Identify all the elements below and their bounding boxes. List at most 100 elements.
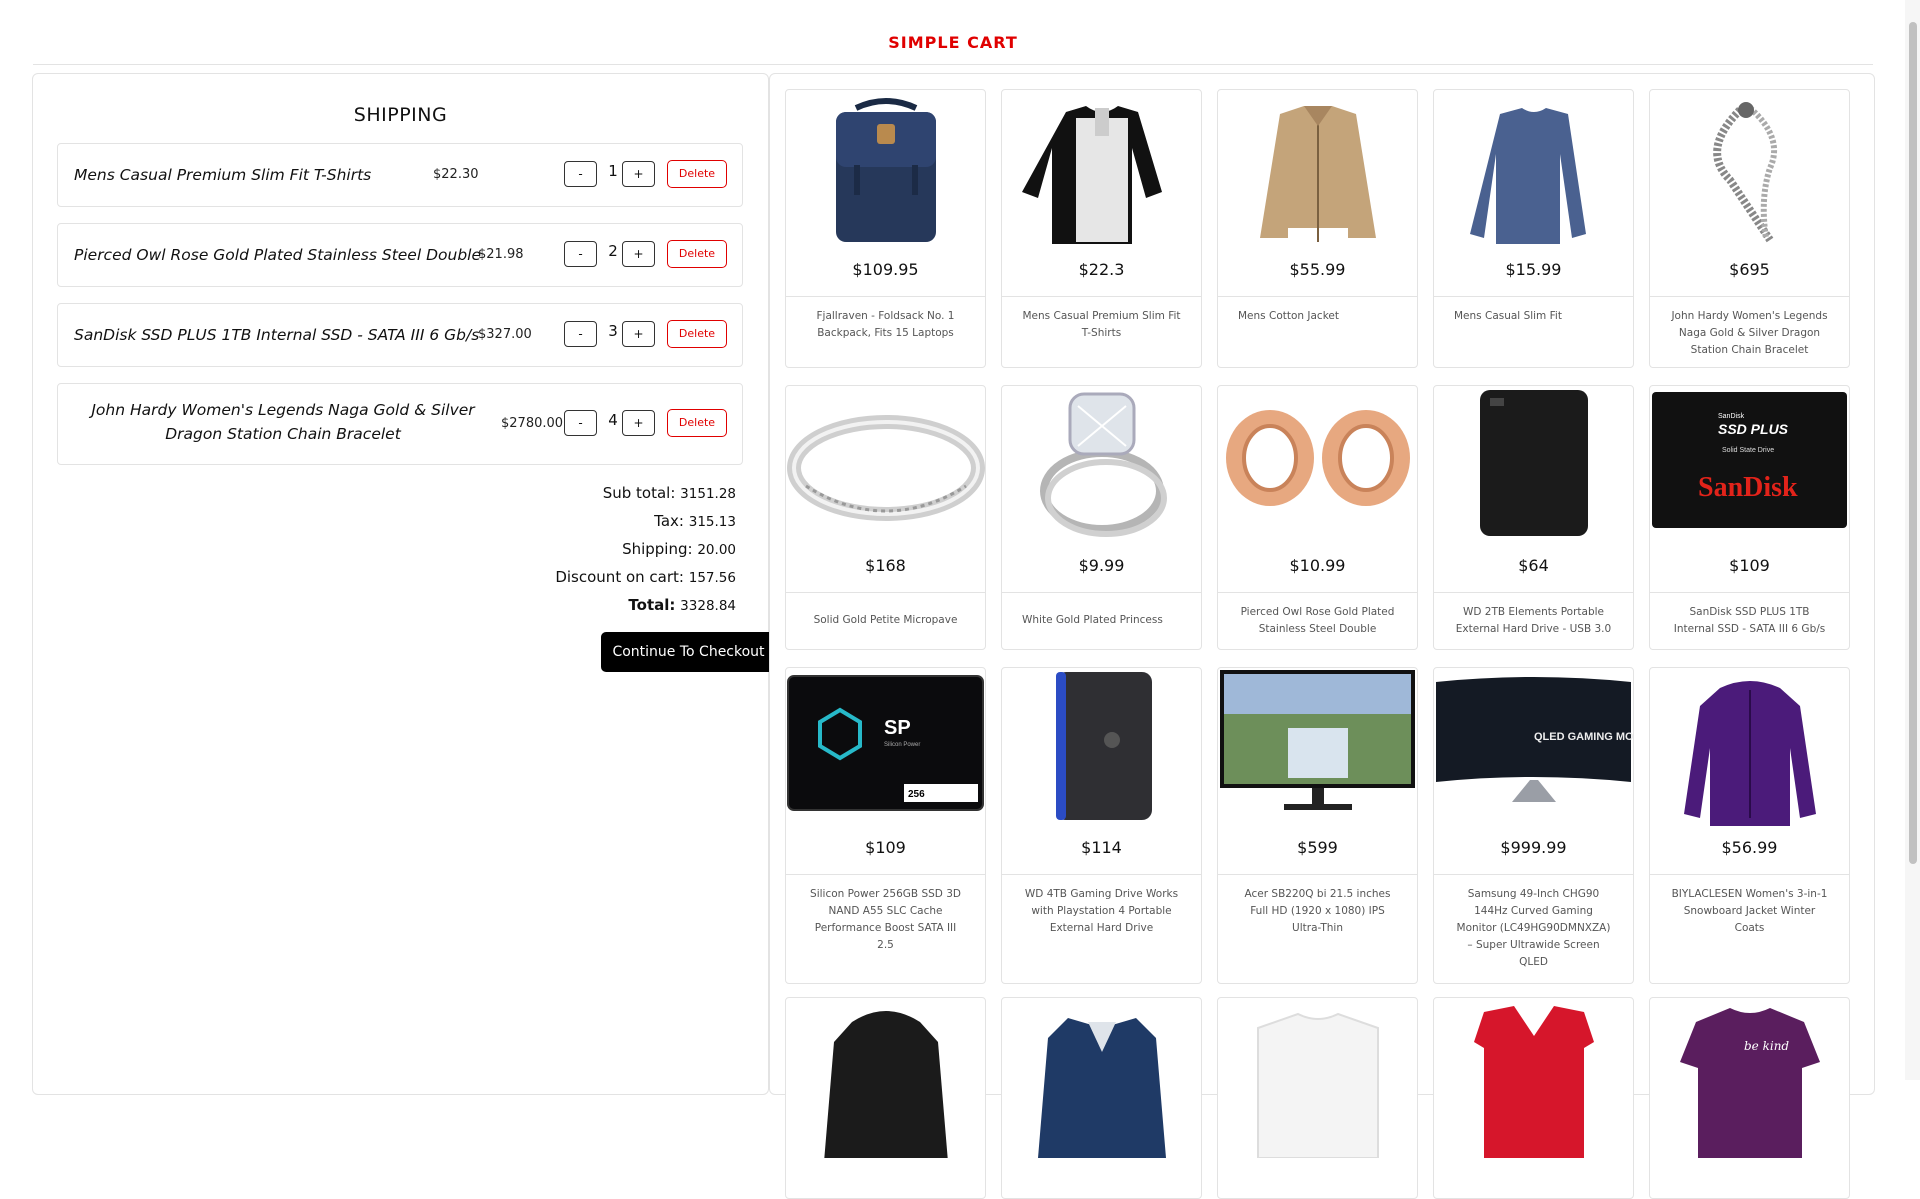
increase-qty-button[interactable]: +	[622, 241, 655, 267]
product-card[interactable]: $114 WD 4TB Gaming Drive Works with Play…	[1001, 667, 1202, 984]
product-price: $999.99	[1500, 838, 1567, 857]
cart-item: Mens Casual Premium Slim Fit T-Shirts $2…	[57, 143, 743, 207]
cart-title: SHIPPING	[353, 104, 448, 126]
ssd-plus-text: SSD PLUS	[1718, 421, 1789, 437]
product-title: Mens Casual Premium Slim Fit T-Shirts	[1022, 310, 1181, 339]
cart-item: John Hardy Women's Legends Naga Gold & S…	[57, 383, 743, 465]
diamond-ring-image	[1040, 392, 1167, 537]
increase-qty-button[interactable]: +	[622, 321, 655, 347]
scrollbar-thumb[interactable]	[1909, 22, 1917, 864]
product-price: $168	[865, 556, 906, 575]
product-card[interactable]: $55.99 Mens Cotton Jacket	[1217, 89, 1418, 368]
gaming-drive-image	[1056, 672, 1152, 820]
monitor-image	[1220, 670, 1415, 810]
tshirt-image	[1022, 106, 1162, 244]
product-title: Mens Cotton Jacket	[1238, 310, 1339, 322]
product-price: $109	[865, 838, 906, 857]
product-card[interactable]: $599 Acer SB220Q bi 21.5 inches Full HD …	[1217, 667, 1418, 984]
ring-image	[787, 415, 985, 521]
sandisk-small-text: SanDisk	[1718, 413, 1745, 420]
delete-item-button[interactable]: Delete	[667, 320, 727, 348]
card-divider	[1002, 592, 1201, 593]
product-card[interactable]	[1001, 997, 1202, 1199]
product-card[interactable]: $168 Solid Gold Petite Micropave	[785, 385, 986, 650]
sp-logo-text: SP	[884, 717, 911, 739]
cart-panel: SHIPPING Mens Casual Premium Slim Fit T-…	[32, 73, 776, 1095]
cart-item: Pierced Owl Rose Gold Plated Stainless S…	[57, 223, 743, 287]
qled-monitor-text: QLED GAMING MONITOR	[1534, 731, 1633, 743]
cart-item-price: $21.98	[478, 247, 524, 262]
cart-item: SanDisk SSD PLUS 1TB Internal SSD - SATA…	[57, 303, 743, 367]
sp-ssd-image: SP Silicon Power 256	[787, 675, 984, 811]
brand-title: SIMPLE CART	[888, 33, 1018, 52]
product-price: $15.99	[1505, 260, 1562, 279]
backpack-image	[836, 98, 936, 242]
tax-value: 315.13	[688, 514, 736, 530]
product-title: BIYLACLESEN Women's 3-in-1 Snowboard Jac…	[1671, 888, 1828, 934]
card-divider	[786, 296, 985, 297]
cart-summary: Sub total: 3151.28 Tax: 315.13 Shipping:…	[555, 479, 736, 619]
product-price: $109	[1729, 556, 1770, 575]
product-card[interactable]	[1433, 997, 1634, 1199]
product-title: SanDisk SSD PLUS 1TB Internal SSD - SATA…	[1673, 606, 1826, 635]
subtotal-label: Sub total:	[602, 484, 676, 502]
card-divider	[786, 874, 985, 875]
decrease-qty-button[interactable]: -	[564, 410, 597, 436]
product-card[interactable]: $15.99 Mens Casual Slim Fit	[1433, 89, 1634, 368]
product-price: $599	[1297, 838, 1338, 857]
decrease-qty-button[interactable]: -	[564, 321, 597, 347]
product-grid: $109.95 Fjallraven - Foldsack No. 1 Back…	[769, 73, 1875, 1199]
white-tee-image	[1257, 1012, 1379, 1158]
product-title: Solid Gold Petite Micropave	[813, 614, 958, 626]
product-card[interactable]: be kind	[1649, 997, 1850, 1199]
card-divider	[1002, 296, 1201, 297]
card-divider	[1218, 592, 1417, 593]
rain-jacket-image	[1038, 1018, 1166, 1158]
delete-item-button[interactable]: Delete	[667, 240, 727, 268]
product-card[interactable]	[785, 997, 986, 1199]
page-scrollbar[interactable]	[1905, 0, 1920, 1080]
card-divider	[1002, 874, 1201, 875]
sp-subtitle-text: Silicon Power	[884, 742, 920, 748]
product-card[interactable]: SanDisk SSD PLUS Solid State Drive SanDi…	[1649, 385, 1850, 650]
cart-item-price: $22.30	[433, 167, 479, 182]
subtotal-value: 3151.28	[680, 486, 736, 502]
cart-item-price: $327.00	[478, 327, 532, 342]
cart-item-qty: 4	[608, 411, 618, 429]
product-card[interactable]: $109.95 Fjallraven - Foldsack No. 1 Back…	[785, 89, 986, 368]
decrease-qty-button[interactable]: -	[564, 241, 597, 267]
solid-state-text: Solid State Drive	[1722, 447, 1774, 454]
delete-item-button[interactable]: Delete	[667, 160, 727, 188]
longsleeve-image	[1470, 108, 1586, 244]
product-card[interactable]: $9.99 White Gold Plated Princess	[1001, 385, 1202, 650]
product-card[interactable]	[1217, 997, 1418, 1199]
tax-label: Tax:	[654, 512, 684, 530]
product-title: Mens Casual Slim Fit	[1454, 310, 1562, 322]
leather-jacket-image	[824, 1011, 948, 1158]
increase-qty-button[interactable]: +	[622, 410, 655, 436]
increase-qty-button[interactable]: +	[622, 161, 655, 187]
product-card[interactable]: $10.99 Pierced Owl Rose Gold Plated Stai…	[1217, 385, 1418, 650]
product-card[interactable]: $56.99 BIYLACLESEN Women's 3-in-1 Snowbo…	[1649, 667, 1850, 984]
curved-monitor-image: QLED GAMING MONITOR	[1436, 677, 1633, 802]
product-card[interactable]: SP Silicon Power 256 $109 Silicon Power …	[785, 667, 986, 984]
product-card[interactable]: QLED GAMING MONITOR $999.99 Samsung 49-I…	[1433, 667, 1634, 984]
product-title: Silicon Power 256GB SSD 3D NAND A55 SLC …	[810, 888, 961, 951]
product-card[interactable]: $695 John Hardy Women's Legends Naga Gol…	[1649, 89, 1850, 368]
delete-item-button[interactable]: Delete	[667, 409, 727, 437]
product-card[interactable]: $64 WD 2TB Elements Portable External Ha…	[1433, 385, 1634, 650]
shipping-label: Shipping:	[622, 540, 693, 558]
card-divider	[1218, 874, 1417, 875]
cart-item-qty: 1	[608, 162, 618, 180]
checkout-button[interactable]: Continue To Checkout	[601, 632, 776, 672]
product-title: Acer SB220Q bi 21.5 inches Full HD (1920…	[1244, 888, 1391, 934]
card-divider	[1218, 296, 1417, 297]
cart-item-name: Pierced Owl Rose Gold Plated Stainless S…	[74, 246, 481, 264]
product-price: $695	[1729, 260, 1770, 279]
product-price: $10.99	[1289, 556, 1346, 575]
total-label: Total:	[628, 596, 676, 614]
cart-item-price: $2780.00	[501, 416, 564, 431]
product-card[interactable]: $22.3 Mens Casual Premium Slim Fit T-Shi…	[1001, 89, 1202, 368]
decrease-qty-button[interactable]: -	[564, 161, 597, 187]
card-divider	[1650, 592, 1849, 593]
